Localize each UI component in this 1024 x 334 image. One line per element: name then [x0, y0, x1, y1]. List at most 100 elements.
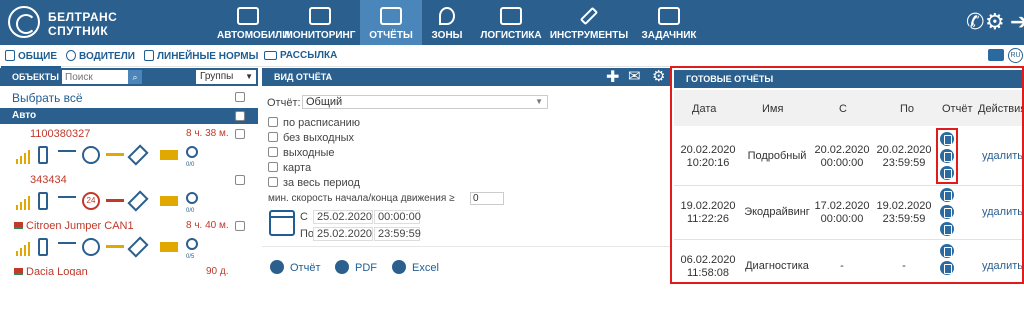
- vehicle-name: 1100380327: [30, 128, 91, 140]
- stopwatch-icon: [82, 238, 100, 256]
- checkbox[interactable]: [268, 177, 278, 187]
- option-label: за весь период: [283, 177, 360, 189]
- select-all-link[interactable]: Выбрать всё: [12, 91, 83, 105]
- from-date-input[interactable]: 25.02.2020: [313, 210, 373, 224]
- col-name: Имя: [762, 103, 784, 115]
- report-view-icon[interactable]: [940, 188, 954, 202]
- ready-reports-panel: ГОТОВЫЕ ОТЧЁТЫ Дата Имя С По Отчёт Дейст…: [670, 66, 1024, 284]
- truck-icon: [500, 7, 522, 25]
- report-icon: [380, 7, 402, 25]
- language-switch[interactable]: RU: [1008, 48, 1023, 63]
- sub-navigation: ОБЩИЕ ВОДИТЕЛИ ЛИНЕЙНЫЕ НОРМЫ РАССЫЛКА R…: [0, 45, 1024, 68]
- select-all-checkbox[interactable]: [235, 92, 245, 102]
- table-row: 19.02.2020 11:22:26 Экодрайвинг 17.02.202…: [674, 186, 1022, 240]
- table-row: 20.02.2020 10:20:16 Подробный 20.02.2020 0…: [674, 128, 1022, 186]
- nav-instrumenty[interactable]: ИНСТРУМЕНТЫ: [548, 0, 630, 45]
- checkbox[interactable]: [268, 117, 278, 127]
- option-whole-period[interactable]: за весь период: [268, 177, 360, 189]
- tab-voditeli[interactable]: ВОДИТЕЛИ: [66, 50, 135, 62]
- button-label: PDF: [355, 262, 377, 274]
- vehicle-checkbox[interactable]: [235, 221, 245, 231]
- min-speed-input[interactable]: 0: [470, 192, 504, 205]
- search-icon[interactable]: ⌕: [128, 70, 142, 84]
- to-time: 23:59:59: [882, 157, 926, 169]
- tab-label: ЛИНЕЙНЫЕ НОРМЫ: [157, 51, 259, 62]
- option-label: выходные: [283, 147, 335, 159]
- tab-rassylka[interactable]: РАССЫЛКА: [264, 50, 337, 61]
- option-label: без выходных: [283, 132, 355, 144]
- gear-icon[interactable]: ⚙: [652, 67, 665, 85]
- to-time-input[interactable]: 23:59:59: [374, 227, 421, 241]
- card-icon: [160, 150, 178, 160]
- nav-zony[interactable]: ЗОНЫ: [425, 0, 469, 45]
- report-view-icon[interactable]: [940, 244, 954, 258]
- checkbox[interactable]: [268, 132, 278, 142]
- from-time: 00:00:00: [820, 213, 864, 225]
- report-type-select[interactable]: Общий ▼: [302, 95, 548, 109]
- delete-link[interactable]: удалить: [982, 260, 1022, 272]
- from-label: С: [300, 211, 308, 223]
- car-icon: [237, 7, 259, 25]
- vehicle-checkbox[interactable]: [235, 129, 245, 139]
- cell-to: 20.02.2020 23:59:59: [874, 144, 934, 170]
- groups-select[interactable]: Группы ▼: [196, 70, 256, 84]
- nav-otchety[interactable]: ОТЧЁТЫ: [360, 0, 422, 45]
- report-button[interactable]: Отчёт: [270, 260, 320, 274]
- excel-button[interactable]: Excel: [392, 260, 439, 274]
- tab-lineinye-normy[interactable]: ЛИНЕЙНЫЕ НОРМЫ: [144, 50, 258, 62]
- to-date: 20.02.2020: [876, 144, 932, 156]
- nav-avtomobili[interactable]: АВТОМОБИЛИ: [217, 0, 289, 45]
- nav-zadachnik[interactable]: ЗАДАЧНИК: [640, 0, 698, 45]
- vehicle-time: 8 ч. 40 м.: [186, 220, 229, 231]
- excel-icon[interactable]: [940, 222, 954, 236]
- vehicle-item[interactable]: 1100380327 8 ч. 38 м. 0/0: [0, 128, 258, 170]
- gear-icon[interactable]: ⚙: [985, 9, 1005, 35]
- objects-search-input[interactable]: [62, 70, 128, 84]
- delete-link[interactable]: удалить: [982, 150, 1022, 162]
- vehicle-item[interactable]: Dacia Logan 90 д.: [0, 266, 258, 276]
- logout-icon[interactable]: ➔: [1010, 9, 1024, 35]
- phone-icon[interactable]: ✆: [966, 9, 984, 35]
- option-no-weekends[interactable]: без выходных: [268, 132, 354, 144]
- search-icon: [186, 146, 198, 158]
- pdf-icon[interactable]: [940, 261, 954, 275]
- vehicle-item[interactable]: 343434 24 0/0: [0, 174, 258, 216]
- card-icon: [160, 242, 178, 252]
- top-navigation-bar: БЕЛТРАНС СПУТНИК АВТОМОБИЛИ МОНИТОРИНГ О…: [0, 0, 1024, 45]
- pdf-button[interactable]: PDF: [335, 260, 377, 274]
- mail-icon[interactable]: ✉: [628, 67, 641, 85]
- tab-obschie[interactable]: ОБЩИЕ: [0, 50, 62, 68]
- satellite-icon: [127, 190, 149, 212]
- brand-logo[interactable]: БЕЛТРАНС СПУТНИК: [8, 6, 118, 40]
- report-view-header: ВИД ОТЧЁТА ✚ ✉ ⚙: [262, 68, 672, 86]
- signal-icon: [16, 146, 34, 164]
- group-checkbox[interactable]: [235, 111, 245, 121]
- to-date-input[interactable]: 25.02.2020: [313, 227, 373, 241]
- checkbox[interactable]: [268, 147, 278, 157]
- col-actions: Действия: [978, 103, 1024, 115]
- group-header[interactable]: Авто: [0, 108, 258, 124]
- chat-icon[interactable]: [988, 49, 1004, 61]
- objects-title: ОБЪЕКТЫ: [12, 72, 59, 82]
- vehicle-item[interactable]: Citroen Jumper CAN1 8 ч. 40 м. 0/5: [0, 220, 258, 262]
- option-weekends[interactable]: выходные: [268, 147, 335, 159]
- option-map[interactable]: карта: [268, 162, 311, 174]
- from-date: 20.02.2020: [814, 144, 870, 156]
- nav-monitoring[interactable]: МОНИТОРИНГ: [284, 0, 356, 45]
- checkbox[interactable]: [268, 162, 278, 172]
- vehicle-checkbox[interactable]: [235, 175, 245, 185]
- time-text: 11:58:08: [686, 267, 729, 279]
- stopwatch-icon: [82, 146, 100, 164]
- cell-from: 20.02.2020 00:00:00: [812, 144, 872, 170]
- nav-logistika[interactable]: ЛОГИСТИКА: [478, 0, 544, 45]
- option-schedule[interactable]: по расписанию: [268, 117, 360, 129]
- add-icon[interactable]: ✚: [606, 67, 619, 86]
- pdf-icon[interactable]: [940, 205, 954, 219]
- cell-from: 17.02.2020 00:00:00: [812, 200, 872, 226]
- key-icon: [106, 153, 124, 159]
- nav-label: ОТЧЁТЫ: [369, 30, 413, 41]
- calendar-icon[interactable]: [269, 210, 295, 236]
- button-label: Excel: [412, 262, 439, 274]
- delete-link[interactable]: удалить: [982, 206, 1022, 218]
- from-time-input[interactable]: 00:00:00: [374, 210, 421, 224]
